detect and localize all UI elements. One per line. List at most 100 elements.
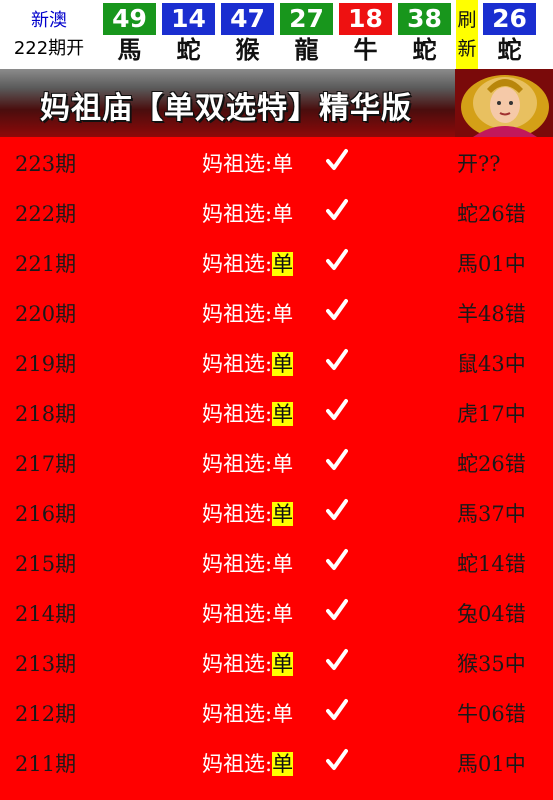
- pick-label-text: 妈祖选:: [202, 452, 273, 476]
- prediction-row: 221期 妈祖选:单 馬01中: [0, 237, 553, 287]
- period-label: 222期: [15, 202, 77, 226]
- pick-value: 单: [272, 552, 294, 576]
- period-label: 218期: [15, 402, 77, 426]
- pick-label: 妈祖选:单: [202, 698, 293, 728]
- ball-zodiac: 馬: [117, 36, 142, 64]
- pick-label-text: 妈祖选:: [202, 202, 273, 226]
- pick-value: 单: [272, 302, 294, 326]
- prediction-row: 213期 妈祖选:单 猴35中: [0, 637, 553, 687]
- refresh-label-2[interactable]: 新: [457, 35, 476, 64]
- pick-value: 单: [272, 702, 294, 726]
- check-icon: [326, 399, 348, 420]
- pick-label-text: 妈祖选:: [202, 302, 273, 326]
- check-icon: [326, 349, 348, 370]
- pick-label: 妈祖选:单: [202, 648, 294, 678]
- check-icon: [326, 649, 348, 670]
- result-label: 馬01中: [457, 252, 526, 276]
- pick-label: 妈祖选:单: [202, 348, 294, 378]
- check-icon: [326, 549, 348, 570]
- result-ball: 18 牛: [338, 0, 393, 69]
- refresh-button[interactable]: 刷 新: [456, 0, 478, 69]
- result-ball: 38 蛇: [397, 0, 452, 69]
- result-label: 虎17中: [457, 402, 526, 426]
- refresh-label-1[interactable]: 刷: [457, 6, 476, 35]
- pick-label: 妈祖选:单: [202, 248, 294, 278]
- ball-zodiac: 龍: [294, 36, 319, 64]
- pick-value: 单: [272, 352, 294, 376]
- period-label: 220期: [15, 302, 77, 326]
- pick-label-text: 妈祖选:: [202, 402, 273, 426]
- check-icon: [326, 249, 348, 270]
- pick-label-text: 妈祖选:: [202, 702, 273, 726]
- ball-number: 47: [221, 3, 274, 35]
- period-label: 213期: [15, 652, 77, 676]
- result-label: 开??: [457, 152, 501, 176]
- period-label: 211期: [15, 752, 77, 776]
- pick-label: 妈祖选:单: [202, 498, 294, 528]
- pick-label: 妈祖选:单: [202, 398, 294, 428]
- check-icon: [326, 449, 348, 470]
- check-icon: [326, 299, 348, 320]
- special-ball: 26 蛇: [482, 0, 537, 69]
- pick-label-text: 妈祖选:: [202, 752, 273, 776]
- pick-label: 妈祖选:单: [202, 148, 293, 178]
- result-label: 蛇14错: [457, 552, 526, 576]
- check-icon: [326, 599, 348, 620]
- result-label: 馬01中: [457, 752, 526, 776]
- check-icon: [326, 749, 348, 770]
- pick-label-text: 妈祖选:: [202, 502, 273, 526]
- result-label: 鼠43中: [457, 352, 526, 376]
- pick-label: 妈祖选:单: [202, 198, 293, 228]
- result-label: 羊48错: [457, 302, 526, 326]
- prediction-row: 212期 妈祖选:单 牛06错: [0, 687, 553, 737]
- result-ball: 49 馬: [102, 0, 157, 69]
- ball-zodiac: 牛: [353, 36, 378, 64]
- draw-results-bar: 新澳 222期开 49 馬 14 蛇 47 猴 27 龍 18 牛 38 蛇 刷 新 26 蛇: [0, 0, 553, 69]
- ball-zodiac: 蛇: [176, 36, 201, 64]
- prediction-row: 222期 妈祖选:单 蛇26错: [0, 187, 553, 237]
- pick-label-text: 妈祖选:: [202, 602, 273, 626]
- pick-label-text: 妈祖选:: [202, 552, 273, 576]
- period-label: 217期: [15, 452, 77, 476]
- ball-number: 18: [339, 3, 392, 35]
- prediction-row: 223期 妈祖选:单 开??: [0, 137, 553, 187]
- ball-number: 14: [162, 3, 215, 35]
- prediction-list: 223期 妈祖选:单 开?? 222期 妈祖选:单 蛇26错 221期 妈祖选:单 馬01中 22…: [0, 137, 553, 787]
- pick-label-text: 妈祖选:: [202, 352, 273, 376]
- draw-period: 222期开: [13, 37, 85, 59]
- result-label: 兔04错: [457, 602, 526, 626]
- pick-value: 单: [272, 452, 294, 476]
- pick-value: 单: [272, 152, 294, 176]
- pick-value: 单: [272, 402, 294, 426]
- pick-value: 单: [272, 502, 294, 526]
- pick-value: 单: [272, 752, 294, 776]
- draw-info: 新澳 222期开: [0, 0, 98, 69]
- pick-value: 单: [272, 202, 294, 226]
- pick-label-text: 妈祖选:: [202, 652, 273, 676]
- ball-zodiac: 蛇: [412, 36, 437, 64]
- pick-label: 妈祖选:单: [202, 548, 293, 578]
- pick-label: 妈祖选:单: [202, 448, 293, 478]
- period-label: 219期: [15, 352, 77, 376]
- mazu-statue-icon: [455, 69, 553, 137]
- prediction-row: 211期 妈祖选:单 馬01中: [0, 737, 553, 787]
- ball-number: 27: [280, 3, 333, 35]
- prediction-row: 216期 妈祖选:单 馬37中: [0, 487, 553, 537]
- prediction-row: 219期 妈祖选:单 鼠43中: [0, 337, 553, 387]
- pick-value: 单: [272, 652, 294, 676]
- pick-label: 妈祖选:单: [202, 598, 293, 628]
- result-ball: 47 猴: [220, 0, 275, 69]
- pick-value: 单: [272, 602, 294, 626]
- pick-label-text: 妈祖选:: [202, 252, 273, 276]
- period-label: 215期: [15, 552, 77, 576]
- period-label: 221期: [15, 252, 77, 276]
- region-link[interactable]: 新澳: [31, 7, 67, 35]
- period-label: 212期: [15, 702, 77, 726]
- check-icon: [326, 199, 348, 220]
- result-label: 蛇26错: [457, 452, 526, 476]
- result-label: 馬37中: [457, 502, 526, 526]
- special-ball-zodiac: 蛇: [497, 36, 522, 64]
- result-label: 蛇26错: [457, 202, 526, 226]
- prediction-row: 217期 妈祖选:单 蛇26错: [0, 437, 553, 487]
- result-label: 猴35中: [457, 652, 526, 676]
